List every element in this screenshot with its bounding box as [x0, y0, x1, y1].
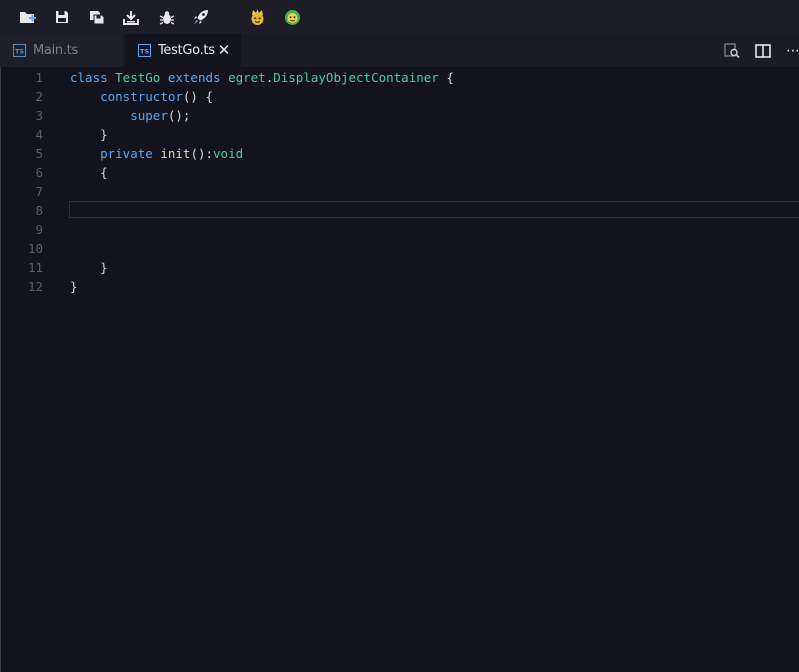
code-token: class	[70, 70, 116, 85]
code-token: private	[100, 146, 161, 161]
code-line[interactable]: 9	[1, 220, 799, 239]
code-text: constructor() {	[70, 87, 213, 106]
code-token: }	[70, 279, 78, 294]
code-line[interactable]: 5 private init():void	[1, 144, 799, 163]
tab-label: Main.ts	[33, 43, 78, 58]
code-token: void	[213, 146, 244, 161]
split-editor-icon[interactable]	[754, 42, 772, 60]
code-token: }	[70, 260, 108, 275]
code-text: class TestGo extends egret.DisplayObject…	[70, 68, 454, 87]
green-character-icon[interactable]	[282, 7, 302, 27]
typescript-file-icon: TS	[137, 44, 151, 58]
code-line[interactable]: 11 }	[1, 258, 799, 277]
find-in-file-icon[interactable]	[723, 42, 741, 60]
code-line[interactable]: 1 class TestGo extends egret.DisplayObjec…	[1, 68, 799, 87]
line-number: 8	[35, 203, 43, 218]
tab-label: TestGo.ts	[158, 43, 215, 58]
editor-tab-bar: TS Main.ts TS TestGo.ts ✕ ⋯	[0, 34, 799, 67]
code-text: private init():void	[70, 144, 243, 163]
yellow-character-icon[interactable]	[247, 7, 267, 27]
line-number: 3	[35, 108, 43, 123]
code-token: constructor	[100, 89, 183, 104]
line-number: 7	[35, 184, 43, 199]
toolbar	[0, 0, 799, 34]
line-number: 5	[35, 146, 43, 161]
egret-wing-editor: TS Main.ts TS TestGo.ts ✕ ⋯ 1 class Test…	[0, 0, 799, 672]
save-all-icon[interactable]	[87, 7, 107, 27]
code-token: DisplayObjectContainer	[273, 70, 439, 85]
code-line[interactable]: 6 {	[1, 163, 799, 182]
code-line[interactable]: 12}	[1, 277, 799, 296]
code-text: {	[70, 163, 108, 182]
svg-text:TS: TS	[14, 48, 23, 56]
code-line[interactable]: 3 super();	[1, 106, 799, 125]
code-line[interactable]: 8	[1, 201, 799, 220]
more-actions-icon[interactable]: ⋯	[785, 42, 799, 60]
close-icon[interactable]: ✕	[217, 42, 231, 58]
code-line[interactable]: 7	[1, 182, 799, 201]
code-editor[interactable]: 1 class TestGo extends egret.DisplayObjec…	[0, 67, 799, 672]
line-number: 2	[35, 89, 43, 104]
code-token: ():	[190, 146, 214, 161]
line-number: 6	[35, 165, 43, 180]
code-text: }	[70, 277, 78, 296]
code-text: }	[70, 258, 108, 277]
code-line[interactable]: 4 }	[1, 125, 799, 144]
new-project-icon[interactable]	[18, 7, 38, 27]
save-icon[interactable]	[52, 7, 72, 27]
code-text: super();	[70, 106, 190, 125]
code-token: extends	[167, 70, 229, 85]
code-token: egret	[228, 70, 266, 85]
code-token: {	[438, 70, 454, 85]
typescript-file-icon: TS	[12, 44, 26, 58]
code-token: super	[130, 108, 168, 123]
download-icon[interactable]	[121, 7, 141, 27]
code-token: ();	[167, 108, 191, 123]
code-line[interactable]: 10	[1, 239, 799, 258]
line-number: 10	[27, 241, 43, 256]
code-text: }	[70, 125, 108, 144]
tab-testgo-ts[interactable]: TS TestGo.ts ✕	[125, 34, 241, 67]
code-token: {	[70, 165, 108, 180]
code-token: TestGo	[115, 70, 168, 85]
line-number: 12	[27, 279, 43, 294]
debug-bug-icon[interactable]	[157, 7, 177, 27]
svg-text:TS: TS	[139, 48, 148, 56]
line-number: 11	[27, 260, 43, 275]
line-number: 1	[35, 70, 43, 85]
code-token: }	[70, 127, 108, 142]
line-number: 4	[35, 127, 43, 142]
code-token: init	[160, 146, 191, 161]
code-line[interactable]: 2 constructor() {	[1, 87, 799, 106]
line-number: 9	[35, 222, 43, 237]
code-token: () {	[182, 89, 214, 104]
tab-main-ts[interactable]: TS Main.ts	[0, 34, 124, 67]
launch-rocket-icon[interactable]	[191, 7, 211, 27]
